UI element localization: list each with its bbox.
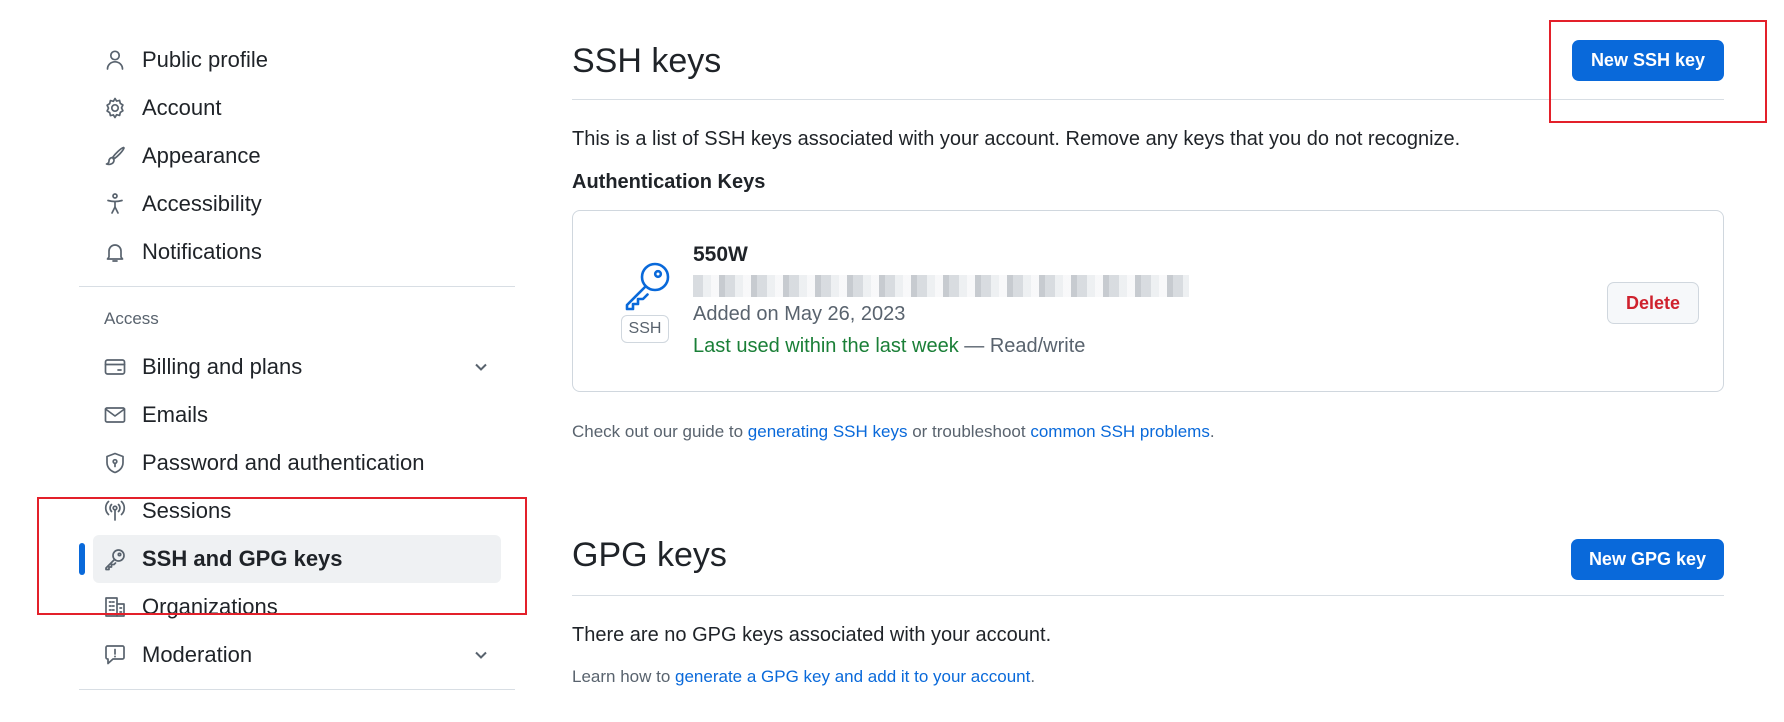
sidebar-item-label: Notifications [142,239,262,264]
gpg-keys-section: GPG keys New GPG key There are no GPG ke… [572,496,1724,687]
credit-card-icon [102,354,128,380]
gpg-keys-header: GPG keys New GPG key [572,496,1724,596]
key-icon [102,546,128,572]
delete-ssh-key-button[interactable]: Delete [1607,282,1699,324]
sidebar-section-access: Access [104,309,159,328]
sidebar-item-label: Organizations [142,594,278,619]
ssh-type-badge: SSH [621,315,669,343]
ssh-key-fingerprint-blurred [693,275,1189,297]
ssh-key-card: SSH 550W Added on May 26, 2023 Last used… [572,210,1724,392]
sidebar-item-sessions[interactable]: Sessions [79,487,515,535]
new-gpg-key-button[interactable]: New GPG key [1570,539,1724,580]
sidebar-item-password-authentication[interactable]: Password and authentication [79,439,515,487]
sidebar-item-label: Sessions [142,498,232,523]
sidebar-item-account[interactable]: Account [79,84,515,132]
no-gpg-keys-text: There are no GPG keys associated with yo… [572,624,1052,646]
ssh-keys-description: This is a list of SSH keys associated wi… [572,128,1461,150]
common-ssh-problems-link[interactable]: common SSH problems [1030,422,1210,441]
gpg-keys-title: GPG keys [572,536,727,574]
sidebar-item-label: Appearance [142,143,261,168]
mail-icon [102,402,128,428]
paintbrush-icon [102,143,128,169]
guide-middle: or troubleshoot [907,422,1031,441]
guide-suffix: . [1209,422,1215,441]
sidebar-item-notifications[interactable]: Notifications [79,228,515,276]
sidebar-item-accessibility[interactable]: Accessibility [79,180,515,228]
new-ssh-key-button[interactable]: New SSH key [1571,40,1724,81]
broadcast-icon [102,498,128,524]
gear-icon [102,95,128,121]
last-used-text: Last used within the last week [693,335,959,357]
sidebar-item-public-profile[interactable]: Public profile [79,36,515,84]
generate-gpg-key-link[interactable]: generate a GPG key and add it to your ac… [675,667,1030,686]
access-level-text: — Read/write [958,335,1086,357]
sidebar-item-moderation[interactable]: Moderation [79,631,515,679]
ssh-key-added-date: Added on May 26, 2023 [693,303,906,325]
active-indicator [79,543,85,575]
key-icon [619,257,675,313]
shield-lock-icon [102,450,128,476]
sidebar-item-label: Account [142,95,222,120]
accessibility-icon [102,191,128,217]
person-icon [102,47,128,73]
sidebar-item-organizations[interactable]: Organizations [79,583,515,631]
organization-icon [102,594,128,620]
ssh-key-name: 550W [693,243,748,266]
sidebar-item-label: Password and authentication [142,450,425,475]
ssh-keys-title: SSH keys [572,42,722,80]
sidebar-item-label: Emails [142,402,209,427]
ssh-keys-section: SSH keys New SSH key This is a list of S… [572,0,1724,442]
generating-ssh-keys-link[interactable]: generating SSH keys [748,422,908,441]
sidebar-divider [79,689,515,690]
main-content: SSH keys New SSH key This is a list of S… [572,0,1724,687]
ssh-key-last-used: Last used within the last week — Read/wr… [693,335,1085,358]
sidebar-item-label: Public profile [142,47,268,72]
learn-suffix: . [1030,667,1036,686]
sidebar-item-label: Billing and plans [142,354,303,379]
sidebar-item-appearance[interactable]: Appearance [79,132,515,180]
chevron-down-icon[interactable] [471,645,491,665]
authentication-keys-heading: Authentication Keys [572,171,766,193]
sidebar-item-billing[interactable]: Billing and plans [79,343,515,391]
learn-prefix: Learn how to [572,667,676,686]
sidebar-item-ssh-gpg-keys[interactable]: SSH and GPG keys [79,535,501,583]
sidebar-item-label: SSH and GPG keys [142,546,343,571]
sidebar-item-label: Accessibility [142,191,262,216]
sidebar-divider [79,286,515,287]
ssh-guide-text: Check out our guide to generating SSH ke… [572,422,1724,442]
bell-icon [102,239,128,265]
gpg-learn-text: Learn how to generate a GPG key and add … [572,667,1724,687]
report-icon [102,642,128,668]
chevron-down-icon[interactable] [471,357,491,377]
ssh-keys-header: SSH keys New SSH key [572,0,1724,100]
sidebar-item-emails[interactable]: Emails [79,391,515,439]
sidebar-item-label: Moderation [142,642,253,667]
settings-sidebar: Public profile Account Appearance Access… [79,36,515,708]
guide-prefix: Check out our guide to [572,422,748,441]
